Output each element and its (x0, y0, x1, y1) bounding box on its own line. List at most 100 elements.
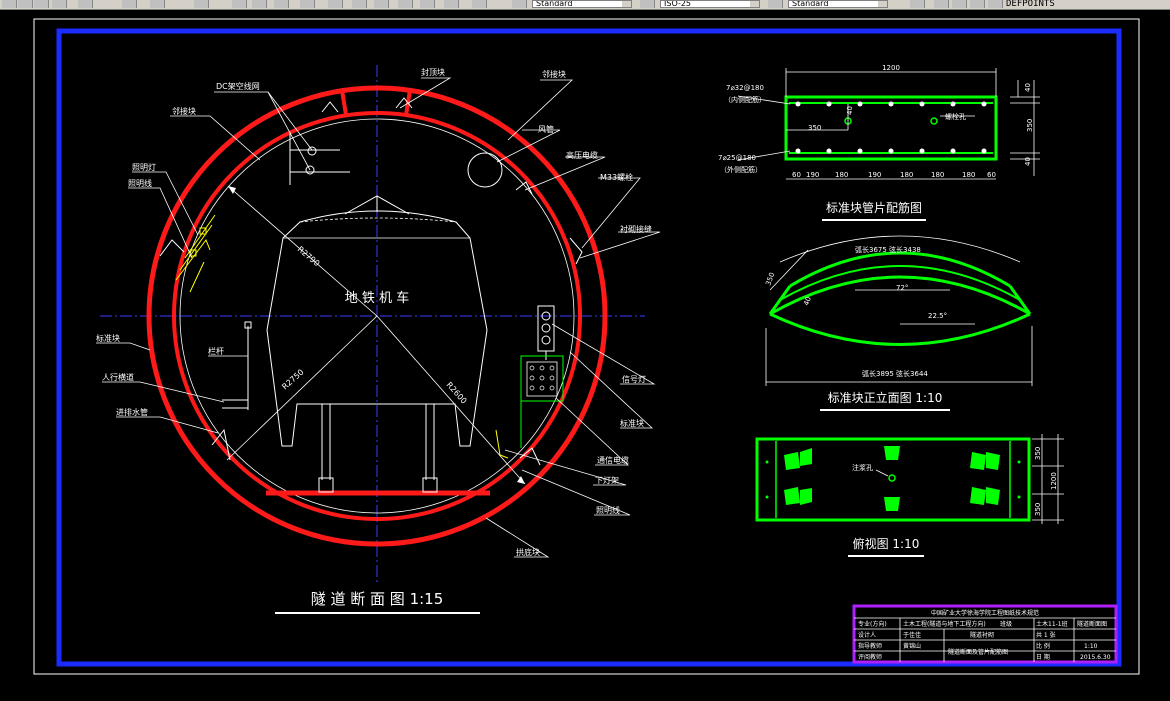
lining-label: 衬砌接缝 (620, 224, 652, 234)
paint-icon[interactable] (78, 0, 93, 8)
dim-style-select[interactable]: ISO-25 (660, 0, 760, 8)
rebar-drawing: 1200 40 350 40 40 350 7⌀32@180 （内侧配筋） 7⌀… (718, 64, 1040, 221)
rebar-height-text: 350 (1026, 119, 1034, 132)
r2750-line (226, 315, 378, 461)
titleblock-r1c2: 土木工程(隧道与地下工程方向) (903, 620, 986, 628)
plan-title: 俯视图 1:10 (853, 536, 920, 551)
calculator-icon[interactable] (444, 0, 459, 8)
lighting-line-left-label: 照明线 (128, 178, 152, 188)
elevation-drawing: 弧长3675 弦长3438 弧长3895 弦长3644 72° 22.5° 35… (764, 235, 1033, 411)
window-icon[interactable] (52, 0, 67, 8)
help-icon[interactable] (472, 0, 487, 8)
design-center-icon[interactable] (352, 0, 367, 8)
tunnel-title: 隧 道 断 面 图 1:15 (311, 590, 444, 608)
walkway-label: 人行横道 (102, 372, 134, 382)
titleblock-r2c2: 于佳佳 (903, 631, 921, 639)
rebar-dim-2: 180 (835, 171, 848, 179)
rebar-inner-note: （内侧配筋） (724, 95, 766, 104)
titleblock-r1c1: 专业(方向) (858, 620, 887, 628)
lamp-rack-label: 下灯架 (595, 475, 619, 485)
titleblock-r1c3: 班级 (1000, 620, 1012, 628)
drawing-canvas[interactable]: R2790 R2750 R2600 地 铁 机 车 DC架空线网 封顶块 邻接块… (0, 9, 1170, 701)
markup-icon[interactable] (420, 0, 435, 8)
r2790-text: R2790 (296, 245, 322, 269)
match-icon[interactable] (122, 0, 137, 8)
titleblock-r2c3: 隧道衬砌 (970, 631, 994, 639)
railing-label: 栏杆 (208, 346, 224, 356)
elevation-angle: 72° (896, 284, 908, 292)
text-style-icon[interactable] (512, 0, 527, 8)
rebar-dim-7: 60 (987, 171, 996, 179)
rebar-d40a-text: 40 (1024, 83, 1032, 92)
standard-left-label: 标准块 (96, 333, 120, 343)
drain-label: 进排水管 (116, 407, 148, 417)
sheet-set-icon[interactable] (398, 0, 413, 8)
r2600-text: R2600 (445, 380, 469, 405)
rebar-inner-text: 7⌀32@180 (726, 84, 764, 92)
zoom-icon[interactable] (34, 0, 49, 8)
new-icon[interactable] (2, 0, 17, 8)
undo-icon[interactable] (150, 0, 165, 8)
plan-d350a-text: 350 (1034, 447, 1042, 460)
dim-style-icon[interactable] (640, 0, 655, 8)
titleblock-r3c3: 比 例 (1036, 642, 1050, 650)
plan-drawing: 注浆孔 350 1200 350 俯视图 1:10 (755, 434, 1064, 557)
wind-pipe-label: 风管 (538, 124, 554, 134)
rebar-d350-text: 350 (808, 124, 821, 132)
rebar-width-text: 1200 (882, 64, 900, 72)
table-style-select[interactable]: Standard (788, 0, 888, 8)
wind-pipe (467, 152, 503, 188)
titleblock-heading: 中国矿业大学徐海学院工程图纸技术规范 (931, 609, 1039, 617)
pan-icon[interactable] (232, 0, 247, 8)
rebar-title: 标准块管片配筋图 (826, 200, 922, 215)
rebar-outer-text: 7⌀25@180 (718, 154, 756, 162)
joint (340, 89, 348, 116)
layer-name[interactable]: DEFPOINTS (1006, 0, 1055, 9)
elevation-title: 标准块正立面图 1:10 (828, 390, 943, 405)
adjacent-right-label: 邻接块 (542, 69, 566, 79)
rebar-dim-1: 190 (806, 171, 819, 179)
bottom-block-label: 拱底块 (516, 547, 540, 557)
elevation-bottom-arc: 弧长3895 弦长3644 (862, 369, 928, 378)
rebar-d40b-text: 40 (1024, 157, 1032, 166)
rebar-dim-3: 190 (868, 171, 881, 179)
zoom-window-icon[interactable] (274, 0, 289, 8)
bulb-icon[interactable] (934, 0, 949, 8)
color-icon[interactable] (988, 0, 1003, 8)
rebar-dim-0: 60 (792, 171, 801, 179)
sun-icon[interactable] (952, 0, 967, 8)
titleblock-r1c4: 土木11-1班 (1036, 620, 1068, 628)
rebar-dim-6: 180 (962, 171, 975, 179)
redo-icon[interactable] (194, 0, 209, 8)
titleblock-r2c1: 设计人 (858, 631, 876, 639)
rebar-bolt-text: 螺栓孔 (945, 112, 966, 121)
text-style-select[interactable]: Standard (532, 0, 632, 8)
adjacent-left-label: 邻接块 (172, 106, 196, 116)
comm-cable-label: 通信电缆 (597, 455, 629, 465)
zoom-previous-icon[interactable] (300, 0, 315, 8)
plan-grout-text: 注浆孔 (852, 463, 873, 472)
titleblock-r3c2: 黄锦山 (903, 642, 921, 650)
elevation-d350: 350 (764, 271, 776, 286)
titleblock-r4c2: 隧道断面及管片配筋图 (948, 648, 1008, 656)
layers-icon[interactable] (910, 0, 925, 8)
rebar-d40c-text: 40 (846, 106, 854, 115)
titleblock-r3c4: 1:10 (1084, 643, 1098, 650)
open-icon[interactable] (18, 0, 33, 8)
table-style-icon[interactable] (768, 0, 783, 8)
rebar-outer-note: （外侧配筋） (720, 165, 762, 174)
title-block: 中国矿业大学徐海学院工程图纸技术规范 专业(方向) 土木工程(隧道与地下工程方向… (852, 604, 1118, 664)
tool-palette-icon[interactable] (374, 0, 389, 8)
properties-icon[interactable] (328, 0, 343, 8)
r2600-line (376, 315, 526, 485)
plan-d1200-text: 1200 (1050, 472, 1058, 490)
titleblock-r4c3: 日 期 (1036, 653, 1050, 661)
elevation-d40: 40 (802, 296, 813, 307)
elevation-top-arc: 弧长3675 弦长3438 (855, 245, 921, 254)
rebar-dim-4: 180 (900, 171, 913, 179)
zoom-realtime-icon[interactable] (252, 0, 267, 8)
lock-icon[interactable] (970, 0, 985, 8)
tunnel-section: R2790 R2750 R2600 地 铁 机 车 DC架空线网 封顶块 邻接块… (96, 65, 661, 614)
titleblock-r4c1: 评阅教师 (858, 653, 882, 661)
plan-d350b-text: 350 (1034, 503, 1042, 516)
